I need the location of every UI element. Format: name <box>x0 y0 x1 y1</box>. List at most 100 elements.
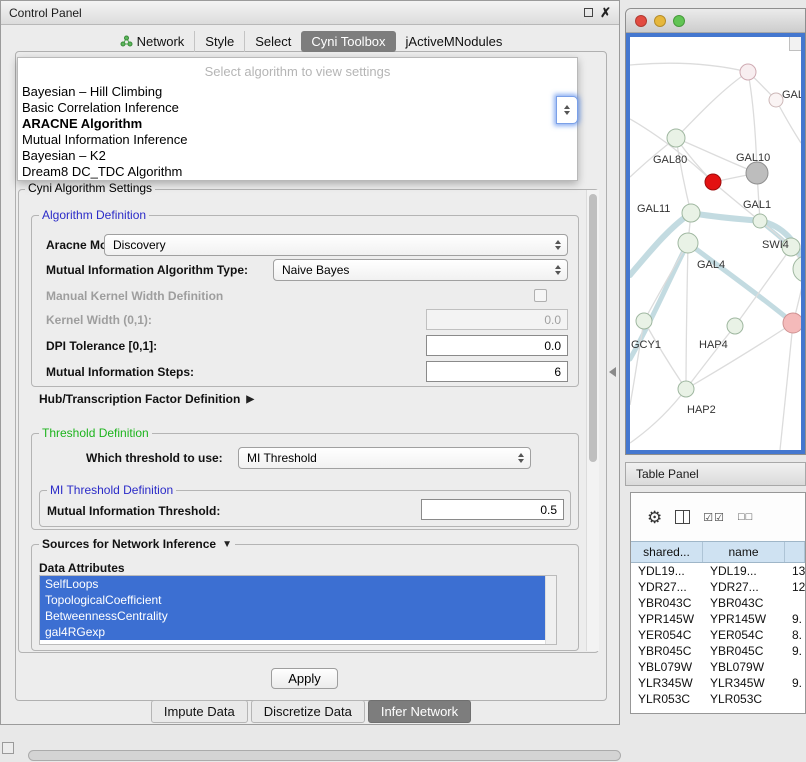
tab-discretize-data[interactable]: Discretize Data <box>251 700 365 723</box>
list-item-topologicalcoefficient[interactable]: TopologicalCoefficient <box>40 592 545 608</box>
table-header-row: shared... name <box>631 541 805 563</box>
svg-text:GAL11: GAL11 <box>637 203 670 215</box>
mi-type-value: Naive Bayes <box>282 263 349 277</box>
tab-network[interactable]: Network <box>110 31 195 52</box>
table-panel-title: Table Panel <box>636 467 699 481</box>
svg-text:GAL80: GAL80 <box>653 154 687 166</box>
column-header-name[interactable]: name <box>703 542 785 562</box>
dropdown-placeholder[interactable]: Select algorithm to view settings <box>18 58 577 84</box>
which-threshold-combobox[interactable]: MI Threshold <box>238 447 531 469</box>
algorithm-combobox-fragment[interactable] <box>556 96 578 124</box>
algorithm-definition-title: Algorithm Definition <box>39 208 149 222</box>
panel-collapse-arrow-icon[interactable] <box>609 367 616 377</box>
minimize-traffic-light[interactable] <box>654 15 666 27</box>
dropdown-item[interactable]: Basic Correlation Inference <box>18 100 577 116</box>
network-window-titlebar[interactable] <box>626 9 805 33</box>
combo-arrows-icon <box>555 260 561 280</box>
close-traffic-light[interactable] <box>635 15 647 27</box>
tab-infer-network[interactable]: Infer Network <box>368 700 471 723</box>
mi-threshold-field[interactable]: 0.5 <box>421 499 564 520</box>
select-all-checkboxes-icon[interactable]: ☑☑ <box>703 511 725 524</box>
list-item-gal4rgexp[interactable]: gal4RGexp <box>40 624 545 640</box>
svg-text:GAL1: GAL1 <box>743 199 771 211</box>
horizontal-scrollbar[interactable] <box>28 750 621 761</box>
table-row[interactable]: YBR045C YBR045C 9. <box>631 643 805 659</box>
table-row[interactable]: YBR043C YBR043C <box>631 595 805 611</box>
sources-expander[interactable]: Sources for Network Inference ▼ <box>39 537 235 551</box>
hub-definition-expander[interactable]: Hub/Transcription Factor Definition ▶ <box>39 392 254 406</box>
column-header-cut[interactable] <box>785 542 805 562</box>
network-node-gal80[interactable] <box>667 129 685 147</box>
mi-type-label: Mutual Information Algorithm Type: <box>46 263 248 277</box>
network-node-gal1[interactable] <box>753 214 767 228</box>
network-node-gal4[interactable] <box>678 233 698 253</box>
network-node[interactable] <box>727 318 743 334</box>
data-attributes-list[interactable]: SelfLoops TopologicalCoefficient Between… <box>39 575 557 645</box>
dropdown-item-selected[interactable]: ARACNE Algorithm <box>18 116 577 132</box>
dock-mini-square[interactable] <box>2 742 14 754</box>
mi-type-combobox[interactable]: Naive Bayes <box>273 259 568 281</box>
settings-scrollbar[interactable] <box>586 190 599 651</box>
table-row[interactable]: YLR345W YLR345W 9. <box>631 675 805 691</box>
cyni-algorithm-settings-title: Cyni Algorithm Settings <box>25 181 155 195</box>
column-header-shared-name[interactable]: shared... <box>631 542 703 562</box>
network-node-gal11[interactable] <box>682 204 700 222</box>
combo-arrows-icon <box>555 235 561 255</box>
control-panel-titlebar[interactable]: Control Panel ✗ <box>1 1 619 25</box>
expand-right-icon: ▶ <box>246 394 254 405</box>
kernel-width-label: Kernel Width (0,1): <box>46 313 152 327</box>
tab-style[interactable]: Style <box>194 31 244 52</box>
network-node-gal10[interactable] <box>746 162 768 184</box>
tab-jactivemnodules[interactable]: jActiveMNodules <box>396 31 513 52</box>
top-tabstrip: Network Style Select Cyni Toolbox jActiv… <box>1 30 621 52</box>
mi-steps-field[interactable]: 6 <box>426 361 568 382</box>
table-row[interactable]: YER054C YER054C 8. <box>631 627 805 643</box>
deselect-all-checkboxes-icon[interactable]: □□ <box>738 511 753 523</box>
table-row[interactable]: YLR053C YLR053C <box>631 691 805 707</box>
combo-arrows-icon <box>518 448 524 468</box>
network-node[interactable] <box>740 64 756 80</box>
aracne-mode-combobox[interactable]: Discovery <box>104 234 568 256</box>
network-node-hap4[interactable] <box>783 313 801 333</box>
svg-text:SWI4: SWI4 <box>762 239 789 251</box>
network-scrollbar-stub[interactable] <box>789 37 801 51</box>
which-threshold-label: Which threshold to use: <box>86 451 223 465</box>
svg-text:GAL4: GAL4 <box>697 259 725 271</box>
float-window-icon[interactable] <box>584 8 593 17</box>
dropdown-item[interactable]: Dream8 DC_TDC Algorithm <box>18 164 577 180</box>
svg-text:GAL: GAL <box>782 89 801 101</box>
network-node[interactable] <box>793 256 801 282</box>
network-node[interactable] <box>769 93 783 107</box>
table-row[interactable]: YDL19... YDL19... 13 <box>631 563 805 579</box>
network-graph[interactable]: GAL80 GAL10 GAL11 GAL1 SWI4 GAL4 GCY1 HA… <box>630 37 801 450</box>
tab-cyni-toolbox[interactable]: Cyni Toolbox <box>301 31 395 52</box>
table-panel-titlebar[interactable]: Table Panel <box>625 462 806 486</box>
list-scrollbar[interactable] <box>545 576 556 644</box>
network-node-gcy1[interactable] <box>636 313 652 329</box>
table-row[interactable]: YPR145W YPR145W 9. <box>631 611 805 627</box>
dropdown-item[interactable]: Bayesian – K2 <box>18 148 577 164</box>
network-node-red[interactable] <box>705 174 721 190</box>
threshold-definition-title: Threshold Definition <box>39 426 152 440</box>
dropdown-item[interactable]: Mutual Information Inference <box>18 132 577 148</box>
zoom-traffic-light[interactable] <box>673 15 685 27</box>
network-canvas[interactable]: GAL80 GAL10 GAL11 GAL1 SWI4 GAL4 GCY1 HA… <box>626 33 805 454</box>
tab-select[interactable]: Select <box>244 31 301 52</box>
dropdown-item[interactable]: Bayesian – Hill Climbing <box>18 84 577 100</box>
settings-scrollbar-thumb[interactable] <box>589 194 597 462</box>
table-row[interactable]: YDR27... YDR27... 12 <box>631 579 805 595</box>
table-row[interactable]: YBL079W YBL079W <box>631 659 805 675</box>
list-item-betweennesscentrality[interactable]: BetweennessCentrality <box>40 608 545 624</box>
list-item-selfloops[interactable]: SelfLoops <box>40 576 545 592</box>
columns-icon[interactable] <box>675 510 690 524</box>
apply-button[interactable]: Apply <box>271 668 338 689</box>
desktop: Control Panel ✗ Network Style Select Cyn… <box>0 0 806 762</box>
table-panel-window: ⚙ ☑☑ □□ shared... name YDL19... YDL19...… <box>630 492 806 714</box>
dpi-tolerance-field[interactable]: 0.0 <box>426 335 568 356</box>
manual-kernel-checkbox <box>534 289 547 302</box>
network-node-hap2[interactable] <box>678 381 694 397</box>
mi-steps-label: Mutual Information Steps: <box>46 365 194 379</box>
gear-icon[interactable]: ⚙ <box>647 509 662 526</box>
tab-impute-data[interactable]: Impute Data <box>151 700 248 723</box>
close-icon[interactable]: ✗ <box>600 5 611 20</box>
